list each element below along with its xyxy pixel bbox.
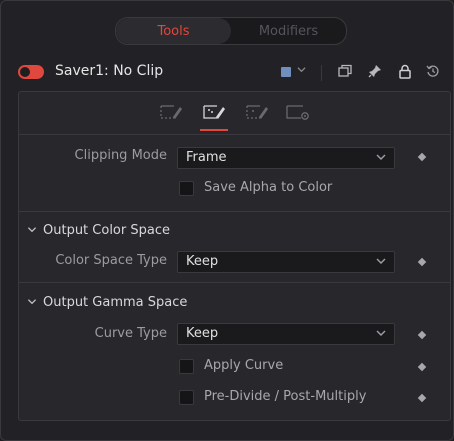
inspector-icon-tabs [19, 92, 450, 134]
divider [19, 211, 450, 212]
inspector-window: Tools Modifiers Saver1: No Clip Clipping… [0, 0, 454, 441]
clipping-mode-dropdown[interactable]: Frame [177, 147, 395, 169]
output-gamma-space-header[interactable]: Output Gamma Space [27, 295, 187, 310]
inspector-panel: Clipping Mode Frame Save Alpha to Color … [18, 91, 451, 421]
keyframe-diamond[interactable] [417, 393, 427, 403]
tab-tools[interactable]: Tools [116, 18, 231, 44]
reset-icon[interactable] [423, 61, 443, 81]
color-space-type-dropdown[interactable]: Keep [177, 251, 395, 273]
chevron-down-icon [27, 296, 37, 309]
curve-type-label: Curve Type [94, 326, 167, 341]
lock-icon[interactable] [395, 61, 415, 81]
section-title: Output Color Space [43, 223, 170, 238]
apply-curve-checkbox[interactable] [179, 359, 194, 374]
clipping-mode-value: Frame [186, 150, 227, 165]
node-title: Saver1: No Clip [55, 63, 164, 79]
section-title: Output Gamma Space [43, 295, 188, 310]
toggle-knob [20, 67, 30, 77]
save-alpha-checkbox[interactable] [179, 181, 194, 196]
node-enable-toggle[interactable] [18, 65, 44, 79]
divider [19, 134, 450, 135]
curve-type-value: Keep [186, 326, 219, 341]
apply-curve-label: Apply Curve [204, 358, 284, 373]
predivide-label: Pre-Divide / Post-Multiply [204, 389, 367, 404]
curve-type-dropdown[interactable]: Keep [177, 323, 395, 345]
chevron-down-icon[interactable] [297, 64, 306, 77]
clipping-mode-label: Clipping Mode [74, 148, 167, 163]
predivide-checkbox[interactable] [179, 390, 194, 405]
chevron-down-icon [376, 151, 386, 166]
keyframe-diamond[interactable] [417, 152, 427, 162]
active-tab-indicator [200, 129, 228, 131]
color-swatch-icon[interactable] [281, 67, 291, 77]
pin-icon[interactable] [365, 61, 385, 81]
save-alpha-label: Save Alpha to Color [204, 180, 333, 195]
tools-modifiers-switch: Tools Modifiers [115, 17, 347, 45]
settings-tab-icon[interactable] [285, 101, 311, 123]
chevron-down-icon [376, 255, 386, 270]
chevron-down-icon [376, 327, 386, 342]
color-space-type-label: Color Space Type [55, 253, 167, 268]
duplicate-icon[interactable] [335, 61, 355, 81]
divider [19, 282, 450, 283]
color-space-type-value: Keep [186, 254, 219, 269]
audio-tab-icon[interactable] [244, 101, 270, 123]
chevron-down-icon [27, 224, 37, 237]
node-header: Saver1: No Clip [1, 57, 453, 87]
keyframe-diamond[interactable] [417, 362, 427, 372]
output-color-space-header[interactable]: Output Color Space [27, 223, 170, 238]
keyframe-diamond[interactable] [417, 257, 427, 267]
keyframe-diamond[interactable] [417, 330, 427, 340]
header-divider [321, 65, 322, 81]
file-tab-icon[interactable] [158, 101, 184, 123]
tab-modifiers[interactable]: Modifiers [231, 18, 346, 44]
format-tab-icon[interactable] [201, 101, 227, 123]
